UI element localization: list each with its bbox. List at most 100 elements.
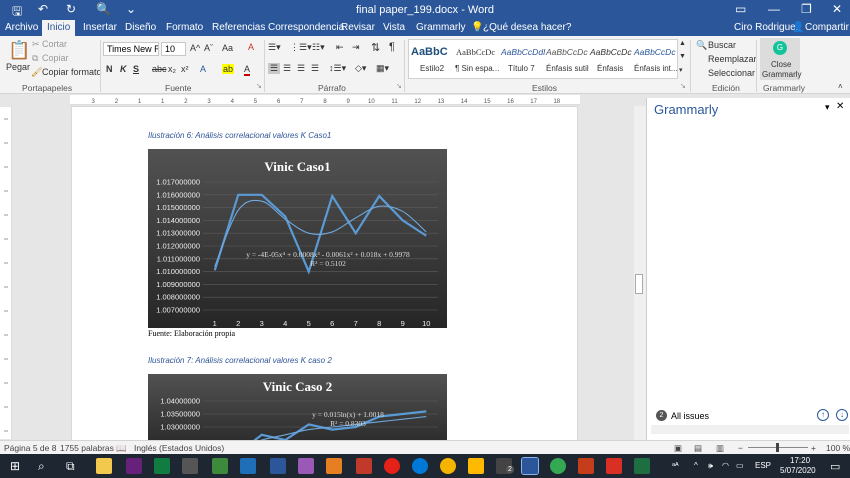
scrollbar-thumb[interactable]	[635, 274, 643, 294]
styles-scroll-down-icon[interactable]: ▼	[679, 53, 686, 60]
print-layout-icon[interactable]: ▤	[694, 443, 702, 454]
style-label-enfasis[interactable]: Énfasis	[597, 64, 623, 73]
tab-inicio[interactable]: Inicio	[42, 20, 76, 36]
page-indicator[interactable]: Página 5 de 8	[4, 443, 56, 453]
strikethrough-button[interactable]: abc	[152, 64, 167, 74]
underline-button[interactable]: S	[133, 64, 139, 74]
shading-icon[interactable]: ◇▾	[355, 63, 366, 74]
style-label-enfasis-sutil[interactable]: Énfasis sutil	[546, 64, 589, 73]
close-window-button[interactable]: ✕	[832, 2, 842, 16]
style-preview-enfasis[interactable]: AaBbCcDc	[590, 47, 632, 57]
file-explorer-icon[interactable]	[468, 458, 484, 474]
search-icon[interactable]: ⌕	[38, 459, 45, 474]
zoom-level[interactable]: 100 %	[826, 443, 850, 453]
copy-icon[interactable]: ⧉	[32, 53, 38, 64]
styles-dialog-launcher-icon[interactable]: ↘	[680, 82, 686, 90]
style-preview-estilo2[interactable]: AaBbC	[411, 46, 448, 58]
bold-button[interactable]: N	[106, 64, 113, 74]
style-label-enfasis-intenso[interactable]: Énfasis int...	[634, 64, 678, 73]
subscript-button[interactable]: x₂	[168, 64, 176, 74]
read-mode-icon[interactable]: ▣	[674, 443, 682, 454]
notifications-icon[interactable]: ▭	[830, 460, 840, 473]
shrink-font-button[interactable]: Aˇ	[204, 43, 213, 53]
style-preview-sin-espaciado[interactable]: AaBbCcDc	[456, 47, 495, 57]
highlight-button[interactable]: ab	[222, 64, 235, 74]
format-painter-icon[interactable]: 🖌	[31, 67, 42, 78]
powerpoint-icon[interactable]	[578, 458, 594, 474]
copy-button[interactable]: Copiar	[42, 53, 69, 63]
share-icon[interactable]: 👤	[792, 22, 804, 33]
minimize-button[interactable]: —	[768, 2, 780, 16]
acrobat-icon[interactable]	[606, 458, 622, 474]
proofing-icon[interactable]: 📖	[116, 443, 127, 454]
align-center-icon[interactable]: ☰	[283, 63, 291, 74]
visio-icon[interactable]	[240, 458, 256, 474]
web-layout-icon[interactable]: ▥	[716, 443, 724, 454]
multilevel-list-icon[interactable]: ☷▾	[312, 42, 325, 53]
italic-button[interactable]: K	[120, 64, 127, 74]
user-name[interactable]: Ciro Rodriguez	[734, 22, 801, 33]
increase-indent-icon[interactable]: ⇥	[352, 42, 360, 53]
cut-button[interactable]: Cortar	[42, 39, 67, 49]
style-label-estilo2[interactable]: Estilo2	[420, 64, 444, 73]
start-icon[interactable]: ⊞	[10, 459, 20, 473]
pane-options-icon[interactable]: ▾	[825, 102, 830, 113]
bullets-icon[interactable]: ☰▾	[268, 42, 281, 53]
clear-format-icon[interactable]: A	[248, 42, 254, 52]
search-icon[interactable]: 🔍	[696, 40, 707, 51]
vertical-scrollbar[interactable]	[634, 106, 646, 440]
paste-button[interactable]: Pegar	[6, 62, 30, 72]
visual-studio-icon[interactable]	[126, 458, 142, 474]
document-area[interactable]: Ilustración 6: Análisis correlacional va…	[12, 106, 634, 440]
pane-horizontal-scrollbar[interactable]	[651, 425, 849, 434]
input-language[interactable]: ESP	[755, 461, 771, 470]
cut-icon[interactable]: ✂	[32, 39, 40, 50]
format-painter-button[interactable]: Copiar formato	[42, 67, 102, 77]
sort-icon[interactable]: ⇅	[371, 41, 380, 54]
all-issues-label[interactable]: All issues	[671, 411, 709, 421]
decrease-indent-icon[interactable]: ⇤	[336, 42, 344, 53]
style-preview-enfasis-intenso[interactable]: AaBbCcDc	[634, 47, 676, 57]
styles-more-icon[interactable]: ▾	[679, 66, 683, 74]
previous-issue-icon[interactable]: ↑	[817, 409, 829, 421]
volume-icon[interactable]: 🕪	[708, 461, 713, 471]
chrome-icon-2[interactable]	[550, 458, 566, 474]
next-issue-icon[interactable]: ↓	[836, 409, 848, 421]
style-label-titulo7[interactable]: Título 7	[508, 64, 535, 73]
edge-icon[interactable]	[412, 458, 428, 474]
word-icon-2[interactable]	[270, 458, 286, 474]
replace-button[interactable]: Reemplazar	[708, 54, 757, 64]
style-preview-titulo7[interactable]: AaBbCcDdI	[501, 47, 545, 57]
share-button[interactable]: Compartir	[805, 22, 849, 33]
tab-diseno[interactable]: Diseño	[125, 22, 156, 33]
styles-scroll-up-icon[interactable]: ▲	[679, 40, 686, 47]
wifi-icon[interactable]: ◠	[722, 461, 729, 470]
tab-grammarly[interactable]: Grammarly	[416, 22, 465, 33]
zoom-out-icon[interactable]: −	[738, 443, 743, 453]
clock-date[interactable]: 5/07/2020	[780, 466, 816, 475]
word-icon[interactable]	[521, 457, 539, 475]
document-page[interactable]: Ilustración 6: Análisis correlacional va…	[71, 106, 578, 440]
app-icon[interactable]	[356, 458, 372, 474]
numbering-icon[interactable]: ⋮☰▾	[290, 42, 312, 53]
superscript-button[interactable]: x²	[181, 64, 189, 74]
find-button[interactable]: Buscar	[708, 40, 736, 50]
language-indicator[interactable]: Inglés (Estados Unidos)	[134, 443, 224, 453]
change-case-button[interactable]: Aa	[222, 43, 233, 53]
clock-time[interactable]: 17:20	[790, 456, 810, 465]
tab-archivo[interactable]: Archivo	[5, 22, 38, 33]
pane-close-icon[interactable]: ✕	[836, 101, 844, 112]
tab-vista[interactable]: Vista	[383, 22, 405, 33]
terminal-icon[interactable]	[182, 458, 198, 474]
align-left-icon[interactable]: ☰	[268, 63, 281, 74]
tab-formato[interactable]: Formato	[166, 22, 203, 33]
android-icon[interactable]	[212, 458, 228, 474]
pen-icon[interactable]	[298, 458, 314, 474]
font-name-select[interactable]: Times New Ro	[103, 42, 159, 56]
style-preview-enfasis-sutil[interactable]: AaBbCcDc	[546, 47, 588, 57]
tell-me-input[interactable]: ¿Qué desea hacer?	[483, 22, 571, 33]
matlab-icon[interactable]	[326, 458, 342, 474]
font-size-select[interactable]: 10	[161, 42, 186, 56]
justify-icon[interactable]: ☰	[311, 63, 319, 74]
select-button[interactable]: Seleccionar	[708, 68, 755, 78]
